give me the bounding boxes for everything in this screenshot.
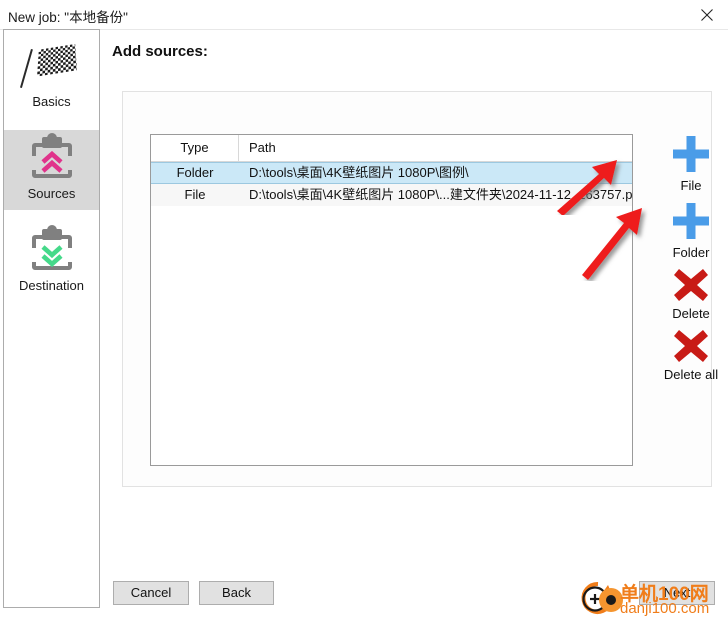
main-content: Add sources: Type Path Folder D:\tools\桌… [106, 29, 724, 608]
add-folder-button[interactable]: Folder [641, 201, 728, 260]
sidebar-item-sources[interactable]: Sources [4, 130, 99, 210]
cancel-button[interactable]: Cancel [113, 581, 189, 605]
sidebar: Basics Sources Destination [3, 29, 100, 608]
window-title: New job: "本地备份" [8, 10, 128, 25]
sidebar-item-destination[interactable]: Destination [4, 222, 99, 302]
cell-path: D:\tools\桌面\4K壁纸图片 1080P\图例\ [249, 165, 469, 180]
clipboard-down-arrows-icon [4, 222, 99, 278]
column-header-type[interactable]: Type [151, 135, 239, 161]
back-button[interactable]: Back [199, 581, 274, 605]
cell-type: File [184, 187, 206, 202]
sources-table[interactable]: Type Path Folder D:\tools\桌面\4K壁纸图片 1080… [150, 134, 633, 466]
add-file-button[interactable]: File [641, 134, 728, 193]
action-label: Folder [672, 245, 710, 260]
clipboard-up-arrows-icon [4, 130, 99, 186]
delete-all-button[interactable]: Delete all [641, 329, 728, 382]
sources-panel: Type Path Folder D:\tools\桌面\4K壁纸图片 1080… [122, 91, 718, 487]
sidebar-item-label: Basics [32, 94, 71, 109]
table-row[interactable]: File D:\tools\桌面\4K壁纸图片 1080P\...建文件夹\20… [151, 184, 632, 206]
action-bar: File Folder Delete Delete all [641, 134, 728, 390]
next-button[interactable]: Next [639, 581, 715, 605]
sidebar-item-label: Destination [18, 278, 85, 293]
column-header-path[interactable]: Path [239, 135, 632, 161]
cell-path: D:\tools\桌面\4K壁纸图片 1080P\...建文件夹\2024-11… [249, 187, 632, 202]
cross-icon [674, 330, 708, 362]
table-header-row: Type Path [151, 135, 632, 162]
checkered-flag-icon [4, 38, 99, 94]
cell-type: Folder [176, 165, 214, 180]
sidebar-item-basics[interactable]: Basics [4, 38, 99, 118]
action-label: File [680, 178, 702, 193]
plus-icon [673, 136, 709, 172]
cross-icon [674, 269, 708, 301]
table-row[interactable]: Folder D:\tools\桌面\4K壁纸图片 1080P\图例\ [151, 162, 632, 184]
title-bar: New job: "本地备份" [0, 0, 728, 30]
sidebar-item-label: Sources [27, 186, 76, 201]
page-title: Add sources: [112, 43, 208, 60]
plus-icon [673, 203, 709, 239]
action-label: Delete all [663, 367, 719, 382]
close-button[interactable] [686, 0, 728, 28]
delete-button[interactable]: Delete [641, 268, 728, 321]
close-icon [701, 9, 713, 21]
action-label: Delete [672, 306, 710, 321]
